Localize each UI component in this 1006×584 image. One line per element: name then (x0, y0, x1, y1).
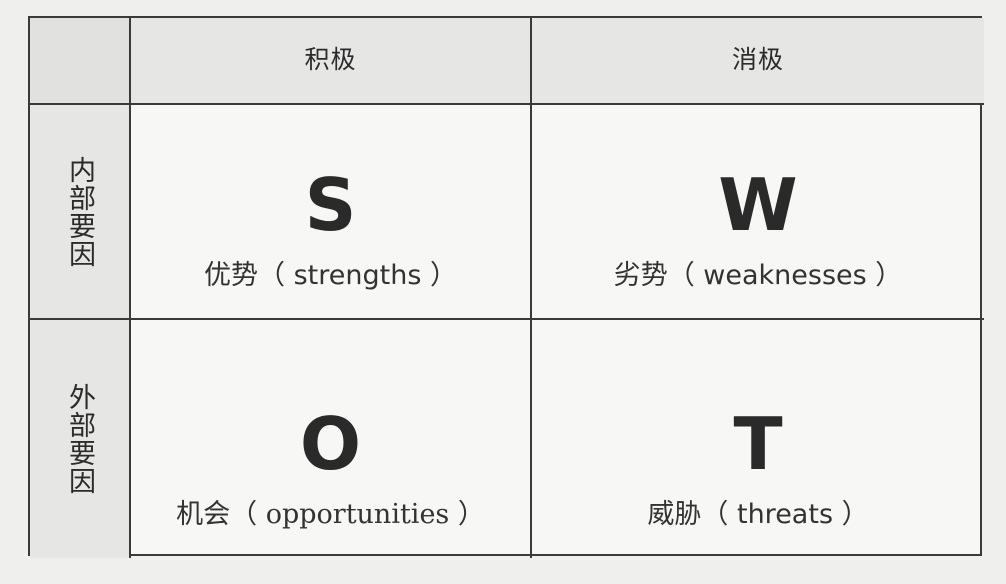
row-header-external-label: 外部要因 (64, 383, 95, 495)
strengths-label-en: （ strengths ） (258, 260, 457, 291)
row-header-internal-label: 内部要因 (64, 155, 95, 268)
column-header-negative-label: 消极 (731, 44, 784, 74)
opportunities-letter: O (299, 402, 362, 486)
weaknesses-label-en: （ weaknesses ） (667, 260, 903, 291)
opportunities-caption: 机会（ opportunities ） (176, 492, 485, 531)
column-header-negative: 消极 (532, 18, 984, 105)
row-header-external: 外部要因 (30, 320, 131, 558)
quadrant-weaknesses: W 劣势（ weaknesses ） (532, 105, 984, 320)
threats-letter: T (733, 402, 783, 486)
column-header-positive-label: 积极 (304, 44, 357, 74)
threats-label-cn: 威胁 (647, 499, 702, 530)
weaknesses-label-cn: 劣势 (613, 260, 668, 291)
threats-label-en: （ threats ） (701, 499, 869, 530)
quadrant-opportunities: O 机会（ opportunities ） (131, 320, 532, 558)
swot-matrix: 积极 消极 内部要因 S 优势（ strengths ） W 劣势（ weakn… (28, 16, 984, 558)
weaknesses-caption: 劣势（ weaknesses ） (614, 253, 903, 292)
strengths-letter: S (304, 163, 357, 247)
strengths-caption: 优势（ strengths ） (204, 253, 457, 292)
strengths-label-cn: 优势 (204, 260, 259, 291)
quadrant-threats: T 威胁（ threats ） (532, 320, 984, 558)
weaknesses-letter: W (718, 163, 798, 247)
column-header-positive: 积极 (131, 18, 532, 105)
row-header-internal: 内部要因 (30, 105, 131, 320)
quadrant-strengths: S 优势（ strengths ） (131, 105, 532, 320)
opportunities-label-cn: 机会 (176, 499, 231, 530)
corner-cell (30, 18, 131, 105)
opportunities-label-en: （ opportunities ） (230, 499, 485, 530)
threats-caption: 威胁（ threats ） (647, 492, 868, 531)
